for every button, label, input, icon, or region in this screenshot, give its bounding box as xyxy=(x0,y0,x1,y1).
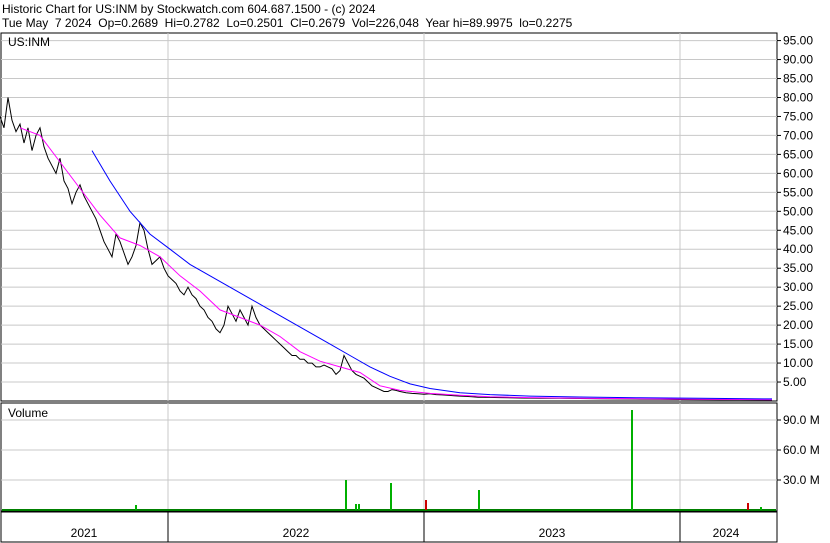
volume-tick-label: 60.0 M xyxy=(783,443,820,457)
price-tick-label: 30.00 xyxy=(783,280,813,294)
price-tick-label: 55.00 xyxy=(783,185,813,199)
price-tick-label: 75.00 xyxy=(783,109,813,123)
price-tick-label: 65.00 xyxy=(783,147,813,161)
volume-bar xyxy=(631,410,633,510)
year-label: 2022 xyxy=(283,526,310,540)
price-tick-label: 45.00 xyxy=(783,223,813,237)
date-axis-band xyxy=(0,511,778,543)
price-tick-label: 35.00 xyxy=(783,261,813,275)
volume-bar xyxy=(747,503,749,510)
volume-bar xyxy=(478,490,480,510)
price-tick-label: 95.00 xyxy=(783,34,813,48)
price-tick-label: 20.00 xyxy=(783,318,813,332)
price-panel xyxy=(0,32,778,402)
price-tick-label: 80.00 xyxy=(783,90,813,104)
price-panel-title: US:INM xyxy=(8,35,50,49)
price-tick-label: 50.00 xyxy=(783,204,813,218)
year-label: 2024 xyxy=(713,526,740,540)
volume-bar xyxy=(135,505,137,510)
volume-tick-label: 90.0 M xyxy=(783,413,820,427)
volume-bar xyxy=(345,480,347,510)
volume-bar xyxy=(760,507,762,510)
price-tick-label: 15.00 xyxy=(783,337,813,351)
volume-bar xyxy=(390,483,392,510)
historic-chart: 95.00 90.00 85.00 80.00 75.00 70.00 65.00 60.00… xyxy=(0,32,820,543)
volume-bar xyxy=(355,504,357,510)
volume-tick-label: 30.0 M xyxy=(783,473,820,487)
volume-bar xyxy=(425,500,427,510)
volume-panel xyxy=(0,402,778,512)
year-label: 2023 xyxy=(539,526,566,540)
price-tick-label: 25.00 xyxy=(783,299,813,313)
price-tick-label: 70.00 xyxy=(783,128,813,142)
price-tick-label: 90.00 xyxy=(783,53,813,67)
price-tick-label: 40.00 xyxy=(783,242,813,256)
year-label: 2021 xyxy=(71,526,98,540)
price-tick-label: 5.00 xyxy=(783,375,807,389)
price-tick-label: 60.00 xyxy=(783,166,813,180)
price-tick-label: 10.00 xyxy=(783,356,813,370)
volume-panel-title: Volume xyxy=(8,406,48,420)
volume-bar xyxy=(358,504,360,510)
price-tick-label: 85.00 xyxy=(783,72,813,86)
